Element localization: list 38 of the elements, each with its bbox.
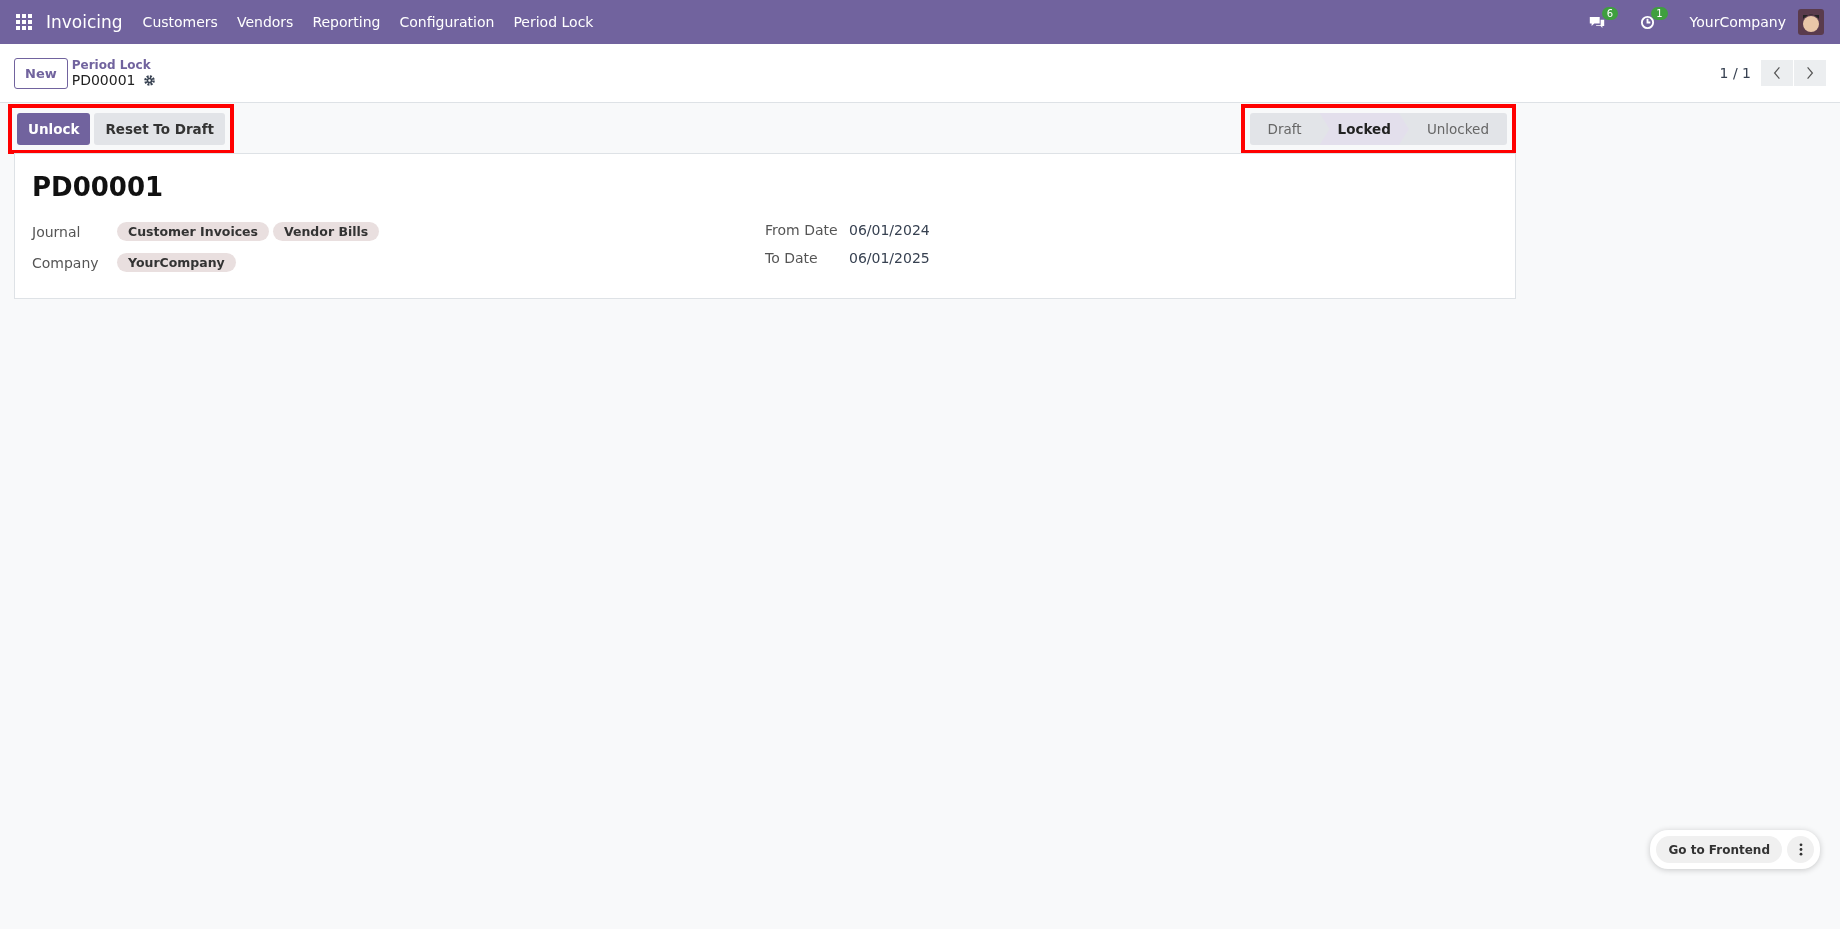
settings-icon[interactable]	[143, 73, 157, 87]
record-title: PD00001	[32, 172, 165, 202]
menu-item[interactable]: Reporting	[312, 14, 381, 30]
menu-item[interactable]: Period Lock	[513, 14, 594, 30]
chevron-right-icon	[1806, 66, 1814, 80]
go-to-frontend-button[interactable]: Go to Frontend	[1656, 836, 1782, 863]
action-button[interactable]: Unlock	[17, 113, 91, 145]
status-stage[interactable]: Draft	[1249, 113, 1320, 145]
tag[interactable]: Customer Invoices	[117, 222, 269, 241]
record-name: PD00001	[71, 72, 136, 88]
status-stage[interactable]: Locked	[1319, 113, 1409, 145]
tag[interactable]: Vendor Bills	[273, 222, 380, 241]
pager-counter: 1 / 1	[1719, 65, 1751, 81]
chevron-left-icon	[1773, 66, 1781, 80]
message-count-badge: 6	[1601, 6, 1619, 20]
date-value[interactable]: 06/01/2024	[849, 222, 930, 238]
app-name[interactable]: Invoicing	[46, 12, 123, 32]
chat-icon[interactable]	[1587, 14, 1606, 30]
vertical-dots-icon	[1798, 843, 1803, 856]
new-button[interactable]: New	[14, 57, 68, 89]
field-label: Journal	[32, 223, 82, 240]
clock-icon[interactable]	[1640, 14, 1656, 30]
breadcrumb-link[interactable]: Period Lock	[71, 58, 157, 72]
menu-item[interactable]: Vendors	[236, 14, 294, 30]
user-avatar-icon[interactable]	[1798, 9, 1824, 35]
field-label: Company	[32, 254, 100, 271]
field-label: To Date	[765, 250, 819, 266]
menu-item[interactable]: Customers	[142, 14, 218, 30]
date-value[interactable]: 06/01/2025	[849, 250, 930, 266]
activity-count-badge: 1	[1651, 6, 1668, 20]
action-button[interactable]: Reset To Draft	[94, 113, 226, 145]
status-stage[interactable]: Unlocked	[1408, 113, 1507, 145]
tag[interactable]: YourCompany	[117, 253, 236, 272]
more-options-button[interactable]	[1787, 836, 1814, 863]
apps-menu-icon[interactable]	[16, 14, 32, 30]
field-label: From Date	[765, 222, 839, 238]
company-name[interactable]: YourCompany	[1689, 14, 1786, 30]
menu-item[interactable]: Configuration	[399, 14, 495, 30]
